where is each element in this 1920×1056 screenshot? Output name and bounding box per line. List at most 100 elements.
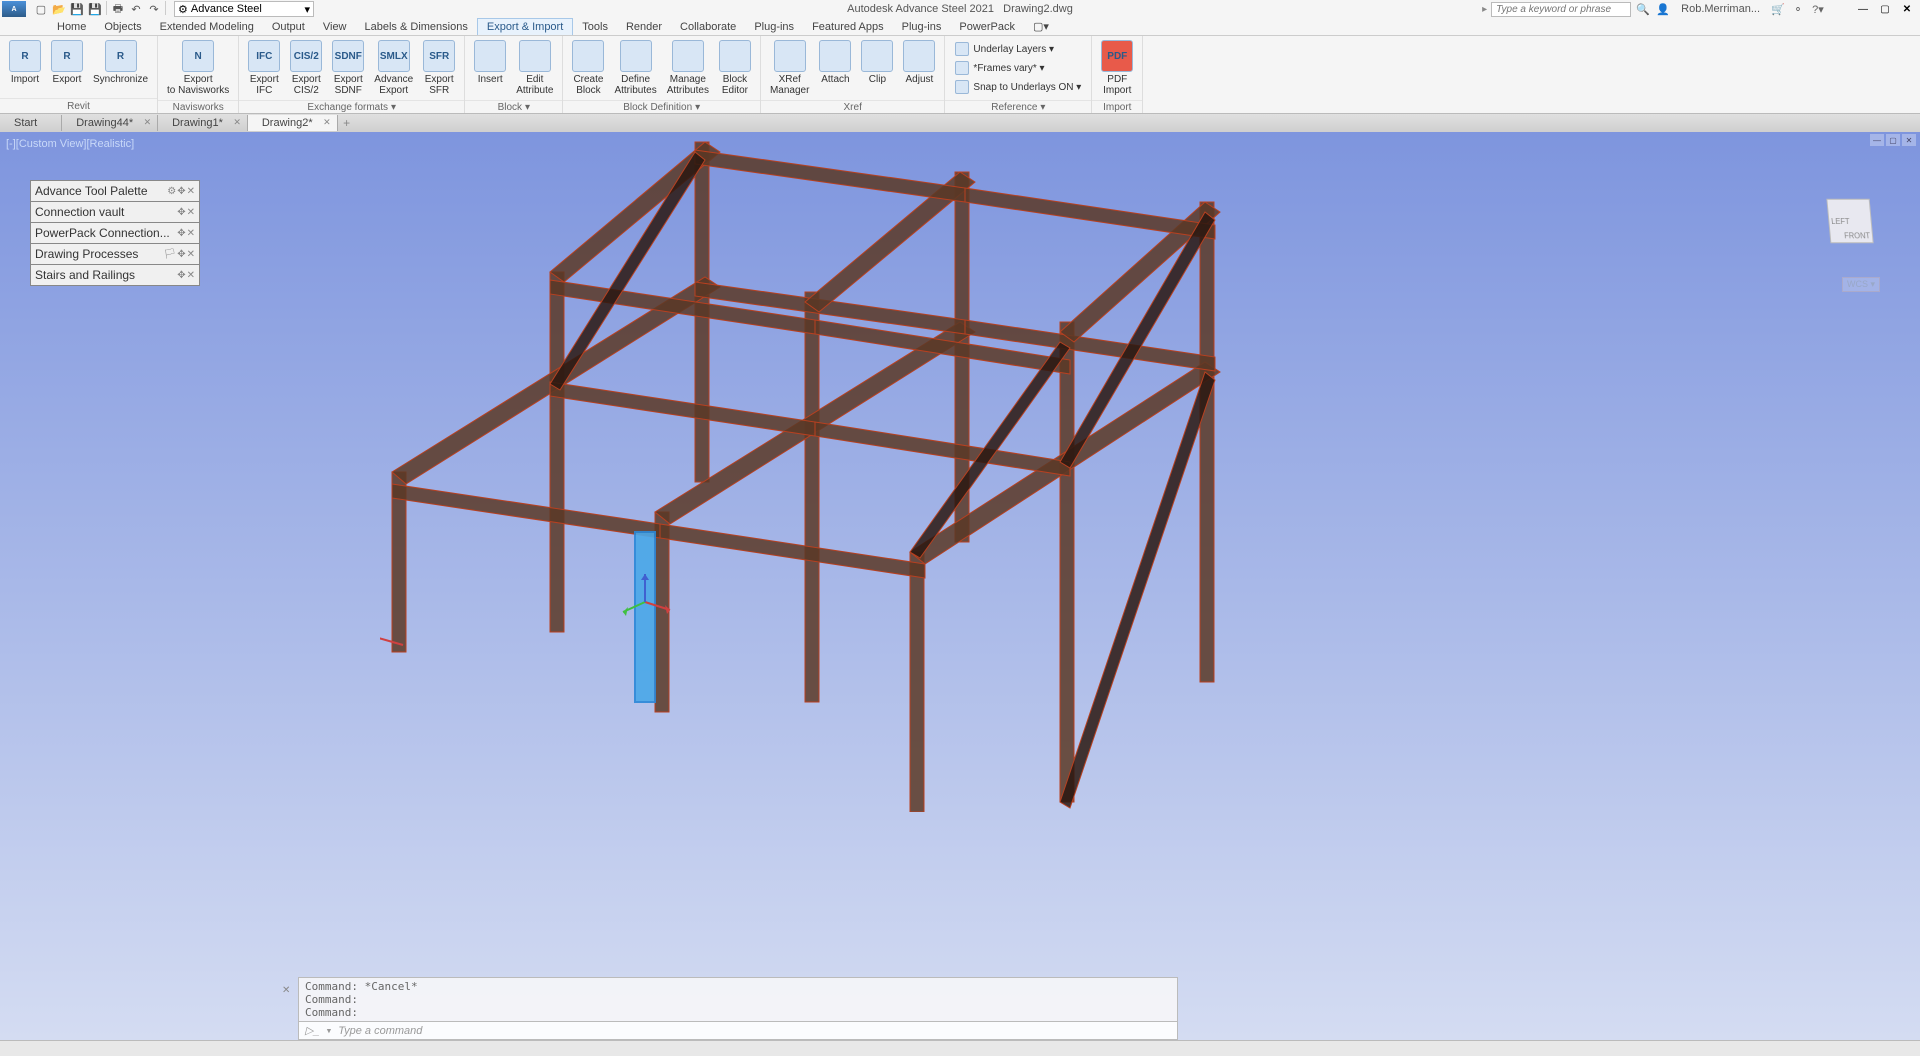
tab-close-icon[interactable]: ✕	[323, 117, 331, 128]
command-history: Command: *Cancel*Command:Command:	[298, 977, 1178, 1022]
adjust-button[interactable]: Adjust	[898, 38, 940, 87]
viewport-close-icon[interactable]: ✕	[1902, 134, 1916, 146]
steel-structure-model[interactable]	[380, 132, 1250, 812]
move-icon[interactable]: ✥	[177, 270, 185, 281]
close-icon[interactable]: ✕	[187, 270, 195, 281]
ribbon-tab-labels-dimensions[interactable]: Labels & Dimensions	[356, 19, 477, 35]
viewcube[interactable]: LEFT FRONT	[1820, 192, 1880, 252]
tab-close-icon[interactable]: ✕	[144, 117, 152, 128]
create-block-button[interactable]: CreateBlock	[567, 38, 609, 98]
ribbon: RImportRExportRSynchronize Revit NExport…	[0, 36, 1920, 114]
palette-powerpack-connection-[interactable]: PowerPack Connection...✥✕	[30, 222, 200, 244]
ribbon-tab-render[interactable]: Render	[617, 19, 671, 35]
ribbon-tab-home[interactable]: Home	[48, 19, 95, 35]
title-text: Autodesk Advance Steel 2021 Drawing2.dwg	[847, 3, 1073, 15]
underlay-layers-button[interactable]: Underlay Layers ▾	[951, 40, 1085, 58]
close-icon[interactable]: ✕	[187, 186, 195, 197]
export-cis-2-button[interactable]: CIS/2ExportCIS/2	[285, 38, 327, 98]
ribbon-overflow-icon[interactable]: ▢▾	[1024, 18, 1058, 35]
add-tab-button[interactable]: +	[338, 116, 356, 130]
commandline-close-icon[interactable]: ✕	[282, 985, 290, 996]
search-input[interactable]	[1491, 2, 1631, 17]
palette-drawing-processes[interactable]: Drawing Processes🏳✥✕	[30, 243, 200, 265]
flag-icon[interactable]: 🏳	[164, 249, 177, 260]
define-attributes-button[interactable]: DefineAttributes	[609, 38, 661, 98]
print-icon[interactable]: 🖶	[109, 1, 127, 17]
move-icon[interactable]: ✥	[177, 207, 185, 218]
-frames-vary--button[interactable]: *Frames vary* ▾	[951, 59, 1085, 77]
viewport-3d[interactable]: [-][Custom View][Realistic] — ▢ ✕ Advanc…	[0, 132, 1920, 1040]
help-icon[interactable]: ?▾	[1810, 1, 1826, 17]
ribbon-tab-plug-ins[interactable]: Plug-ins	[745, 19, 803, 35]
snap-to-underlays-on-button[interactable]: Snap to Underlays ON ▾	[951, 78, 1085, 96]
edit-attribute-button[interactable]: EditAttribute	[511, 38, 558, 98]
clip-button[interactable]: Clip	[856, 38, 898, 87]
redo-icon[interactable]: ↷	[145, 1, 163, 17]
palette-connection-vault[interactable]: Connection vault✥✕	[30, 201, 200, 223]
saveas-icon[interactable]: 💾	[86, 1, 104, 17]
user-name[interactable]: Rob.Merriman...	[1681, 3, 1760, 15]
ribbon-tab-objects[interactable]: Objects	[95, 19, 150, 35]
workspace-selector[interactable]: ⚙ Advance Steel ▾	[174, 1, 314, 17]
move-icon[interactable]: ✥	[177, 249, 185, 260]
statusbar[interactable]	[0, 1040, 1920, 1056]
file-tab-drawing1-[interactable]: Drawing1*✕	[158, 115, 248, 131]
app-icon[interactable]: A	[2, 1, 26, 17]
file-tab-drawing44-[interactable]: Drawing44*✕	[62, 115, 158, 131]
save-icon[interactable]: 💾	[68, 1, 86, 17]
open-icon[interactable]: 📂	[50, 1, 68, 17]
file-tab-start[interactable]: Start	[0, 115, 62, 131]
command-input[interactable]: ▷_▾ Type a command	[298, 1022, 1178, 1040]
palette-stairs-and-railings[interactable]: Stairs and Railings✥✕	[30, 264, 200, 286]
ribbon-tab-tools[interactable]: Tools	[573, 19, 617, 35]
panel-blockdef: CreateBlockDefineAttributesManageAttribu…	[563, 36, 761, 113]
insert-button[interactable]: Insert	[469, 38, 511, 87]
view-label[interactable]: [-][Custom View][Realistic]	[6, 138, 134, 150]
move-icon[interactable]: ✥	[177, 186, 185, 197]
export-sdnf-button[interactable]: SDNFExportSDNF	[327, 38, 369, 98]
export-sfr-button[interactable]: SFRExportSFR	[418, 38, 460, 98]
titlebar: A ▢ 📂 💾 💾 🖶 ↶ ↷ ⚙ Advance Steel ▾ Autode…	[0, 0, 1920, 18]
export-to-navisworks-button[interactable]: NExportto Navisworks	[162, 38, 234, 98]
ribbon-tab-export-import[interactable]: Export & Import	[477, 18, 573, 35]
block-editor-button[interactable]: BlockEditor	[714, 38, 756, 98]
ribbon-tab-collaborate[interactable]: Collaborate	[671, 19, 745, 35]
ribbon-tab-extended-modeling[interactable]: Extended Modeling	[151, 19, 263, 35]
new-icon[interactable]: ▢	[32, 1, 50, 17]
pdf-import-button[interactable]: PDFPDFImport	[1096, 38, 1138, 98]
xref-manager-button[interactable]: XRefManager	[765, 38, 814, 98]
minimize-button[interactable]: —	[1854, 2, 1872, 16]
cart-icon[interactable]: 🛒	[1770, 1, 1786, 17]
close-icon[interactable]: ✕	[187, 249, 195, 260]
ribbon-tab-featured-apps[interactable]: Featured Apps	[803, 19, 893, 35]
panel-block: InsertEditAttribute Block▾	[465, 36, 563, 113]
viewport-maximize-icon[interactable]: ▢	[1886, 134, 1900, 146]
undo-icon[interactable]: ↶	[127, 1, 145, 17]
palette-advance-tool-palette[interactable]: Advance Tool Palette⚙✥✕	[30, 180, 200, 202]
file-tab-drawing2-[interactable]: Drawing2*✕	[248, 115, 338, 131]
move-icon[interactable]: ✥	[177, 228, 185, 239]
user-icon[interactable]: 👤	[1655, 1, 1671, 17]
ribbon-tab-powerpack[interactable]: PowerPack	[950, 19, 1024, 35]
ribbon-tab-plug-ins[interactable]: Plug-ins	[893, 19, 951, 35]
import-button[interactable]: RImport	[4, 38, 46, 87]
export-button[interactable]: RExport	[46, 38, 88, 87]
manage-attributes-button[interactable]: ManageAttributes	[662, 38, 714, 98]
gear-icon[interactable]: ⚙	[167, 186, 176, 197]
synchronize-button[interactable]: RSynchronize	[88, 38, 153, 87]
tab-close-icon[interactable]: ✕	[233, 117, 241, 128]
close-button[interactable]: ✕	[1898, 2, 1916, 16]
share-icon[interactable]: ⚬	[1790, 1, 1806, 17]
close-icon[interactable]: ✕	[187, 207, 195, 218]
wcs-indicator[interactable]: WCS ▾	[1842, 277, 1880, 292]
viewport-minimize-icon[interactable]: —	[1870, 134, 1884, 146]
close-icon[interactable]: ✕	[187, 228, 195, 239]
advance-export-button[interactable]: SMLXAdvanceExport	[369, 38, 418, 98]
search-icon[interactable]: 🔍	[1635, 1, 1651, 17]
maximize-button[interactable]: ▢	[1876, 2, 1894, 16]
ribbon-tab-view[interactable]: View	[314, 19, 356, 35]
export-ifc-button[interactable]: IFCExportIFC	[243, 38, 285, 98]
ribbon-tab-output[interactable]: Output	[263, 19, 314, 35]
attach-button[interactable]: Attach	[814, 38, 856, 87]
panel-navisworks: NExportto Navisworks Navisworks	[158, 36, 239, 113]
